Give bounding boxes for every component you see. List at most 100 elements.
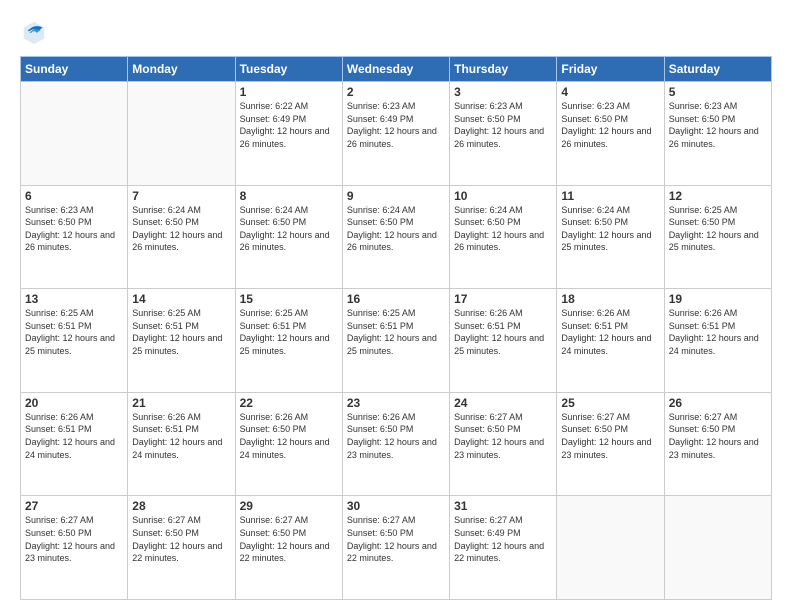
calendar-cell: 27Sunrise: 6:27 AM Sunset: 6:50 PM Dayli… — [21, 496, 128, 600]
day-number: 8 — [240, 189, 338, 203]
day-info: Sunrise: 6:24 AM Sunset: 6:50 PM Dayligh… — [347, 204, 445, 254]
calendar-cell: 7Sunrise: 6:24 AM Sunset: 6:50 PM Daylig… — [128, 185, 235, 289]
day-info: Sunrise: 6:26 AM Sunset: 6:51 PM Dayligh… — [669, 307, 767, 357]
calendar-cell: 11Sunrise: 6:24 AM Sunset: 6:50 PM Dayli… — [557, 185, 664, 289]
calendar-cell: 2Sunrise: 6:23 AM Sunset: 6:49 PM Daylig… — [342, 82, 449, 186]
calendar-cell: 16Sunrise: 6:25 AM Sunset: 6:51 PM Dayli… — [342, 289, 449, 393]
day-number: 18 — [561, 292, 659, 306]
calendar-cell: 20Sunrise: 6:26 AM Sunset: 6:51 PM Dayli… — [21, 392, 128, 496]
calendar-cell: 14Sunrise: 6:25 AM Sunset: 6:51 PM Dayli… — [128, 289, 235, 393]
weekday-header: Tuesday — [235, 57, 342, 82]
day-info: Sunrise: 6:27 AM Sunset: 6:50 PM Dayligh… — [240, 514, 338, 564]
calendar-cell: 17Sunrise: 6:26 AM Sunset: 6:51 PM Dayli… — [450, 289, 557, 393]
day-info: Sunrise: 6:25 AM Sunset: 6:51 PM Dayligh… — [25, 307, 123, 357]
calendar-cell — [128, 82, 235, 186]
weekday-header: Monday — [128, 57, 235, 82]
page: SundayMondayTuesdayWednesdayThursdayFrid… — [0, 0, 792, 612]
calendar-cell: 13Sunrise: 6:25 AM Sunset: 6:51 PM Dayli… — [21, 289, 128, 393]
calendar-week-row: 1Sunrise: 6:22 AM Sunset: 6:49 PM Daylig… — [21, 82, 772, 186]
calendar-cell: 28Sunrise: 6:27 AM Sunset: 6:50 PM Dayli… — [128, 496, 235, 600]
day-number: 23 — [347, 396, 445, 410]
calendar-cell: 26Sunrise: 6:27 AM Sunset: 6:50 PM Dayli… — [664, 392, 771, 496]
calendar-cell: 4Sunrise: 6:23 AM Sunset: 6:50 PM Daylig… — [557, 82, 664, 186]
calendar-cell — [557, 496, 664, 600]
header — [20, 18, 772, 46]
day-info: Sunrise: 6:26 AM Sunset: 6:51 PM Dayligh… — [132, 411, 230, 461]
calendar-cell: 12Sunrise: 6:25 AM Sunset: 6:50 PM Dayli… — [664, 185, 771, 289]
weekday-header-row: SundayMondayTuesdayWednesdayThursdayFrid… — [21, 57, 772, 82]
calendar-cell: 8Sunrise: 6:24 AM Sunset: 6:50 PM Daylig… — [235, 185, 342, 289]
day-number: 29 — [240, 499, 338, 513]
day-number: 12 — [669, 189, 767, 203]
day-info: Sunrise: 6:26 AM Sunset: 6:51 PM Dayligh… — [454, 307, 552, 357]
day-number: 3 — [454, 85, 552, 99]
day-number: 7 — [132, 189, 230, 203]
calendar-cell: 6Sunrise: 6:23 AM Sunset: 6:50 PM Daylig… — [21, 185, 128, 289]
calendar-week-row: 6Sunrise: 6:23 AM Sunset: 6:50 PM Daylig… — [21, 185, 772, 289]
calendar-cell: 9Sunrise: 6:24 AM Sunset: 6:50 PM Daylig… — [342, 185, 449, 289]
calendar-cell: 1Sunrise: 6:22 AM Sunset: 6:49 PM Daylig… — [235, 82, 342, 186]
weekday-header: Friday — [557, 57, 664, 82]
day-number: 16 — [347, 292, 445, 306]
day-number: 4 — [561, 85, 659, 99]
calendar-cell: 22Sunrise: 6:26 AM Sunset: 6:50 PM Dayli… — [235, 392, 342, 496]
day-number: 11 — [561, 189, 659, 203]
day-info: Sunrise: 6:27 AM Sunset: 6:50 PM Dayligh… — [669, 411, 767, 461]
day-info: Sunrise: 6:26 AM Sunset: 6:50 PM Dayligh… — [347, 411, 445, 461]
day-number: 31 — [454, 499, 552, 513]
day-info: Sunrise: 6:23 AM Sunset: 6:50 PM Dayligh… — [25, 204, 123, 254]
day-number: 15 — [240, 292, 338, 306]
calendar-cell: 21Sunrise: 6:26 AM Sunset: 6:51 PM Dayli… — [128, 392, 235, 496]
day-info: Sunrise: 6:23 AM Sunset: 6:50 PM Dayligh… — [454, 100, 552, 150]
calendar-cell: 5Sunrise: 6:23 AM Sunset: 6:50 PM Daylig… — [664, 82, 771, 186]
calendar-cell — [664, 496, 771, 600]
calendar-cell: 25Sunrise: 6:27 AM Sunset: 6:50 PM Dayli… — [557, 392, 664, 496]
day-number: 26 — [669, 396, 767, 410]
calendar-week-row: 20Sunrise: 6:26 AM Sunset: 6:51 PM Dayli… — [21, 392, 772, 496]
weekday-header: Sunday — [21, 57, 128, 82]
day-info: Sunrise: 6:26 AM Sunset: 6:51 PM Dayligh… — [25, 411, 123, 461]
day-info: Sunrise: 6:23 AM Sunset: 6:50 PM Dayligh… — [669, 100, 767, 150]
day-info: Sunrise: 6:22 AM Sunset: 6:49 PM Dayligh… — [240, 100, 338, 150]
day-info: Sunrise: 6:24 AM Sunset: 6:50 PM Dayligh… — [132, 204, 230, 254]
day-number: 10 — [454, 189, 552, 203]
day-number: 28 — [132, 499, 230, 513]
day-number: 20 — [25, 396, 123, 410]
day-info: Sunrise: 6:24 AM Sunset: 6:50 PM Dayligh… — [240, 204, 338, 254]
day-info: Sunrise: 6:24 AM Sunset: 6:50 PM Dayligh… — [561, 204, 659, 254]
day-info: Sunrise: 6:26 AM Sunset: 6:50 PM Dayligh… — [240, 411, 338, 461]
calendar-cell: 19Sunrise: 6:26 AM Sunset: 6:51 PM Dayli… — [664, 289, 771, 393]
calendar-week-row: 13Sunrise: 6:25 AM Sunset: 6:51 PM Dayli… — [21, 289, 772, 393]
calendar-cell: 30Sunrise: 6:27 AM Sunset: 6:50 PM Dayli… — [342, 496, 449, 600]
day-number: 2 — [347, 85, 445, 99]
day-number: 5 — [669, 85, 767, 99]
day-number: 30 — [347, 499, 445, 513]
day-info: Sunrise: 6:23 AM Sunset: 6:49 PM Dayligh… — [347, 100, 445, 150]
day-number: 13 — [25, 292, 123, 306]
calendar-cell — [21, 82, 128, 186]
day-info: Sunrise: 6:27 AM Sunset: 6:50 PM Dayligh… — [347, 514, 445, 564]
calendar-cell: 15Sunrise: 6:25 AM Sunset: 6:51 PM Dayli… — [235, 289, 342, 393]
day-number: 25 — [561, 396, 659, 410]
weekday-header: Saturday — [664, 57, 771, 82]
day-number: 1 — [240, 85, 338, 99]
calendar-cell: 24Sunrise: 6:27 AM Sunset: 6:50 PM Dayli… — [450, 392, 557, 496]
weekday-header: Wednesday — [342, 57, 449, 82]
day-info: Sunrise: 6:23 AM Sunset: 6:50 PM Dayligh… — [561, 100, 659, 150]
day-number: 19 — [669, 292, 767, 306]
day-number: 24 — [454, 396, 552, 410]
day-number: 21 — [132, 396, 230, 410]
day-info: Sunrise: 6:27 AM Sunset: 6:49 PM Dayligh… — [454, 514, 552, 564]
day-info: Sunrise: 6:27 AM Sunset: 6:50 PM Dayligh… — [25, 514, 123, 564]
day-info: Sunrise: 6:25 AM Sunset: 6:51 PM Dayligh… — [347, 307, 445, 357]
logo — [20, 18, 52, 46]
day-info: Sunrise: 6:24 AM Sunset: 6:50 PM Dayligh… — [454, 204, 552, 254]
day-number: 22 — [240, 396, 338, 410]
day-info: Sunrise: 6:25 AM Sunset: 6:50 PM Dayligh… — [669, 204, 767, 254]
calendar-cell: 31Sunrise: 6:27 AM Sunset: 6:49 PM Dayli… — [450, 496, 557, 600]
calendar-table: SundayMondayTuesdayWednesdayThursdayFrid… — [20, 56, 772, 600]
day-number: 14 — [132, 292, 230, 306]
day-number: 17 — [454, 292, 552, 306]
day-info: Sunrise: 6:25 AM Sunset: 6:51 PM Dayligh… — [240, 307, 338, 357]
day-info: Sunrise: 6:27 AM Sunset: 6:50 PM Dayligh… — [454, 411, 552, 461]
